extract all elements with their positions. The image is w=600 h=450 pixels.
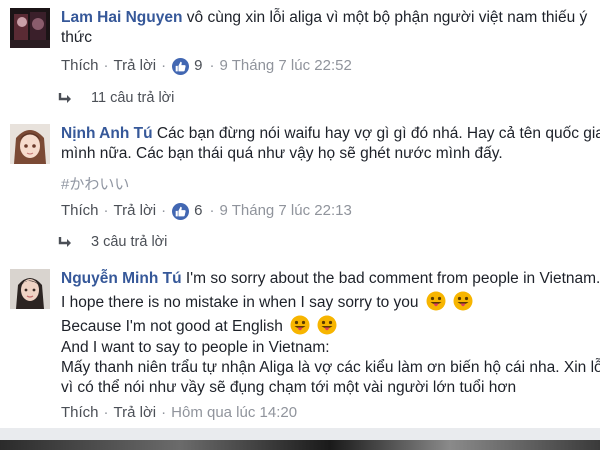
reply-link[interactable]: Trả lời [114,201,157,221]
comment-line: mình nữa. Các bạn thái quá như vậy họ sẽ… [61,145,503,162]
avatar[interactable] [10,269,50,309]
comment-text: Nguyễn Minh Tú I'm so sorry about the ba… [61,269,600,289]
comment-line: Các bạn đừng nói waifu hay vợ gì gì đó n… [156,125,600,142]
comment-actions: Thích · Trả lời · 6 · 9 Tháng 7 lúc 22:1… [61,201,600,221]
timestamp[interactable]: Hôm qua lúc 14:20 [171,403,297,423]
comment-3: Nguyễn Minh Tú I'm so sorry about the ba… [10,269,600,421]
comment-line: I hope there is no mistake in when I say… [61,294,419,311]
thumbs-up-icon[interactable] [172,57,190,75]
reply-link[interactable]: Trả lời [114,56,157,76]
replies-count[interactable]: 11 câu trả lời [91,90,174,106]
avatar-image [10,124,50,164]
like-link[interactable]: Thích [61,56,99,76]
comment-line: I'm so sorry about the bad comment from … [185,270,600,287]
view-replies[interactable]: 3 câu trả lời [58,234,167,250]
avatar[interactable] [10,8,50,48]
replies-count[interactable]: 3 câu trả lời [91,234,167,250]
author-name[interactable]: Lam Hai Nguyen [61,9,182,26]
avatar-image [10,269,50,309]
grinning-tongue-emoji-icon [317,315,337,335]
comment-line: vô cùng xin lỗi aliga vì một bộ phận ngư… [186,9,588,26]
timestamp[interactable]: 9 Tháng 7 lúc 22:52 [219,56,351,76]
thumbs-up-icon[interactable] [172,202,190,220]
like-link[interactable]: Thích [61,403,99,423]
separator-dot: · [209,202,215,219]
author-name[interactable]: Nịnh Anh Tú [61,125,153,142]
comment-text: Nịnh Anh Tú Các bạn đừng nói waifu hay v… [61,124,600,144]
grinning-tongue-emoji-icon [290,315,310,335]
author-name[interactable]: Nguyễn Minh Tú [61,270,182,287]
comment-text-line: I hope there is no mistake in when I say… [61,291,600,313]
avatar[interactable] [10,124,50,164]
avatar-image [10,8,50,48]
reply-link[interactable]: Trả lời [114,403,157,423]
comment-text: Lam Hai Nguyen vô cùng xin lỗi aliga vì … [61,8,600,28]
separator-dot: · [209,57,215,74]
timestamp[interactable]: 9 Tháng 7 lúc 22:13 [219,201,351,221]
comment-2: Nịnh Anh Tú Các bạn đừng nói waifu hay v… [10,124,600,224]
separator-dot: · [161,202,167,219]
separator-dot: · [103,202,109,219]
comment-line: thức [61,29,93,46]
comment-line: Because I'm not good at English [61,318,283,335]
like-count[interactable]: 9 [194,56,202,76]
grinning-tongue-emoji-icon [426,291,446,311]
grinning-tongue-emoji-icon [453,291,473,311]
comment-line: And I want to say to people in Vietnam: [61,339,330,356]
comment-actions: Thích · Trả lời · 9 · 9 Tháng 7 lúc 22:5… [61,56,600,76]
reply-arrow-icon [58,93,71,103]
like-count[interactable]: 6 [194,201,202,221]
separator-dot: · [103,57,109,74]
comment-actions: Thích · Trả lời · Hôm qua lúc 14:20 [61,403,600,423]
view-replies[interactable]: 11 câu trả lời [58,90,174,106]
next-image-edge [0,440,600,450]
separator-dot: · [103,404,109,421]
comment-line: Mấy thanh niên trẩu tự nhận Aliga là vợ … [61,359,600,376]
hashtag[interactable]: #かわいい [61,175,600,195]
comment-text-line: Because I'm not good at English [61,315,600,337]
reply-arrow-icon [58,237,71,247]
like-link[interactable]: Thích [61,201,99,221]
separator-dot: · [161,404,167,421]
comment-line: vì có thể nói như vầy sẽ đụng chạm tới m… [61,379,517,396]
separator-dot: · [161,57,167,74]
